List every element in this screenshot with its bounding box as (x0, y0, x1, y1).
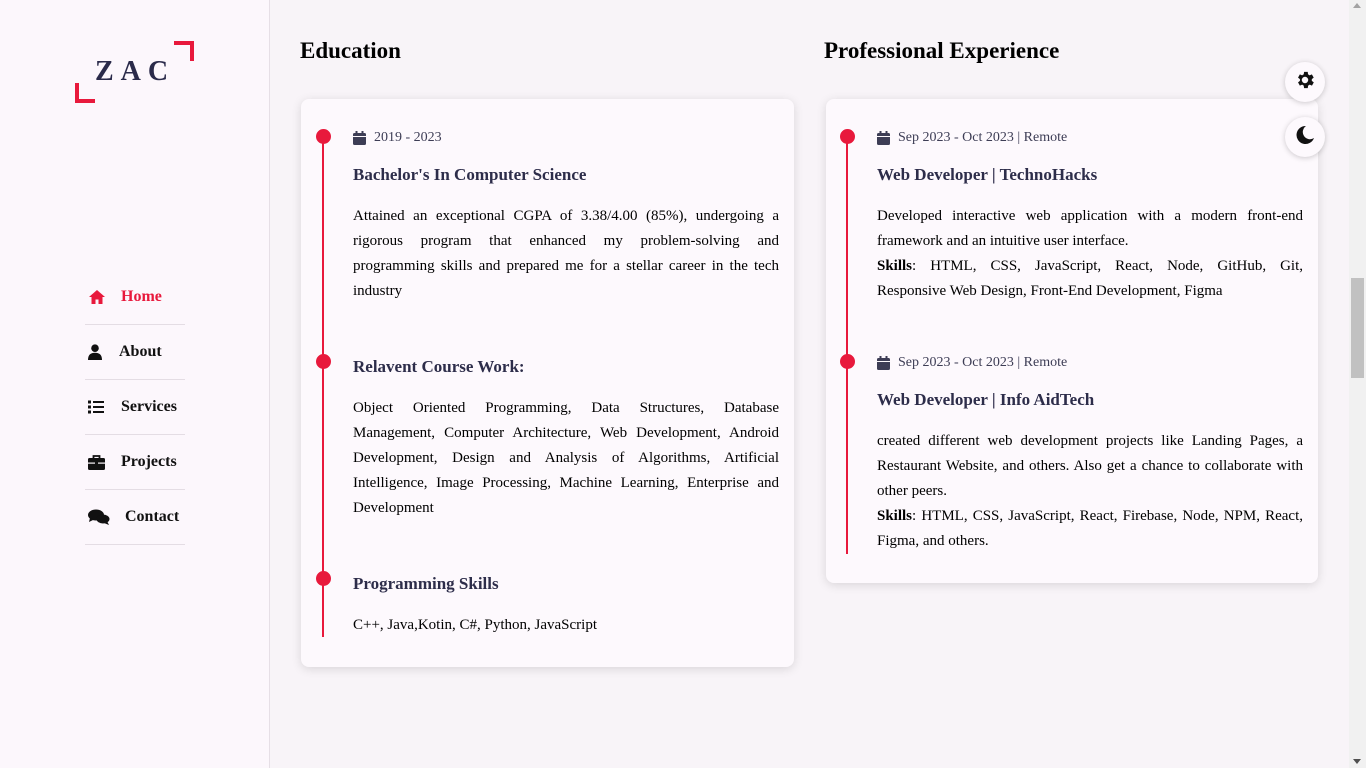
experience-date-text: Sep 2023 - Oct 2023 | Remote (898, 355, 1068, 370)
education-title: Education (300, 38, 401, 63)
nav-item-about[interactable]: About (85, 325, 185, 380)
main-nav: Home About Services Projects Contact (85, 270, 185, 545)
timeline-dot (316, 354, 331, 369)
moon-icon (1295, 125, 1315, 150)
experience-entry-text: created different web development projec… (877, 429, 1303, 554)
comments-icon (85, 509, 111, 525)
experience-description: Developed interactive web application wi… (877, 208, 1303, 249)
education-date: 2019 - 2023 (353, 130, 442, 146)
education-timeline-line (322, 136, 324, 637)
logo[interactable]: ZAC (74, 40, 196, 106)
experience-entry-text: Developed interactive web application wi… (877, 204, 1303, 304)
scroll-thumb[interactable] (1351, 278, 1364, 378)
skills-label: Skills (877, 508, 913, 524)
nav-item-projects[interactable]: Projects (85, 435, 185, 490)
experience-date-text: Sep 2023 - Oct 2023 | Remote (898, 130, 1068, 145)
coursework-title: Relavent Course Work: (353, 357, 525, 376)
timeline-dot (840, 354, 855, 369)
skills-label: Skills (877, 258, 913, 274)
education-card: 2019 - 2023 Bachelor's In Computer Scien… (301, 99, 794, 667)
nav-label-about: About (119, 343, 162, 360)
user-icon (85, 344, 111, 360)
nav-label-home: Home (121, 288, 162, 305)
settings-button[interactable] (1285, 62, 1325, 102)
logo-text: ZAC (95, 56, 176, 87)
education-entry-text: Attained an exceptional CGPA of 3.38/4.0… (353, 208, 779, 299)
education-date-text: 2019 - 2023 (374, 130, 442, 145)
education-entry-title: Bachelor's In Computer Science (353, 165, 587, 184)
timeline-dot (316, 129, 331, 144)
nav-item-contact[interactable]: Contact (85, 490, 185, 545)
programming-skills-title: Programming Skills (353, 574, 499, 593)
scroll-down-arrow[interactable] (1353, 759, 1361, 764)
nav-label-projects: Projects (121, 453, 177, 470)
home-icon (85, 289, 111, 305)
experience-card: Sep 2023 - Oct 2023 | Remote Web Develop… (826, 99, 1318, 583)
skills-list: : HTML, CSS, JavaScript, React, Firebase… (877, 508, 1303, 549)
nav-label-contact: Contact (125, 508, 180, 525)
experience-date: Sep 2023 - Oct 2023 | Remote (877, 355, 1067, 371)
skills-list: : HTML, CSS, JavaScript, React, Node, Gi… (877, 258, 1303, 299)
nav-item-home[interactable]: Home (85, 270, 185, 325)
theme-toggle-button[interactable] (1285, 117, 1325, 157)
programming-skills-text: C++, Java,Kotin, C#, Python, JavaScript (353, 617, 597, 633)
coursework-text: Object Oriented Programming, Data Struct… (353, 400, 779, 516)
page-scrollbar[interactable] (1349, 0, 1366, 768)
gear-icon (1294, 69, 1316, 96)
calendar-icon (353, 131, 366, 145)
nav-item-services[interactable]: Services (85, 380, 185, 435)
logo-corner-top-right (174, 41, 194, 61)
experience-description: created different web development projec… (877, 433, 1303, 499)
list-icon (85, 400, 111, 414)
scroll-up-arrow[interactable] (1353, 3, 1361, 8)
experience-timeline-line (846, 136, 848, 554)
timeline-dot (316, 571, 331, 586)
timeline-dot (840, 129, 855, 144)
briefcase-icon (85, 454, 111, 470)
experience-title: Professional Experience (824, 38, 1060, 63)
sidebar: ZAC Home About Services Projects Contact (0, 0, 270, 768)
nav-label-services: Services (121, 398, 177, 415)
experience-entry-title: Web Developer | TechnoHacks (877, 165, 1098, 184)
experience-date: Sep 2023 - Oct 2023 | Remote (877, 130, 1067, 146)
calendar-icon (877, 131, 890, 145)
experience-entry-title: Web Developer | Info AidTech (877, 390, 1095, 409)
calendar-icon (877, 356, 890, 370)
logo-corner-bottom-left (75, 83, 95, 103)
